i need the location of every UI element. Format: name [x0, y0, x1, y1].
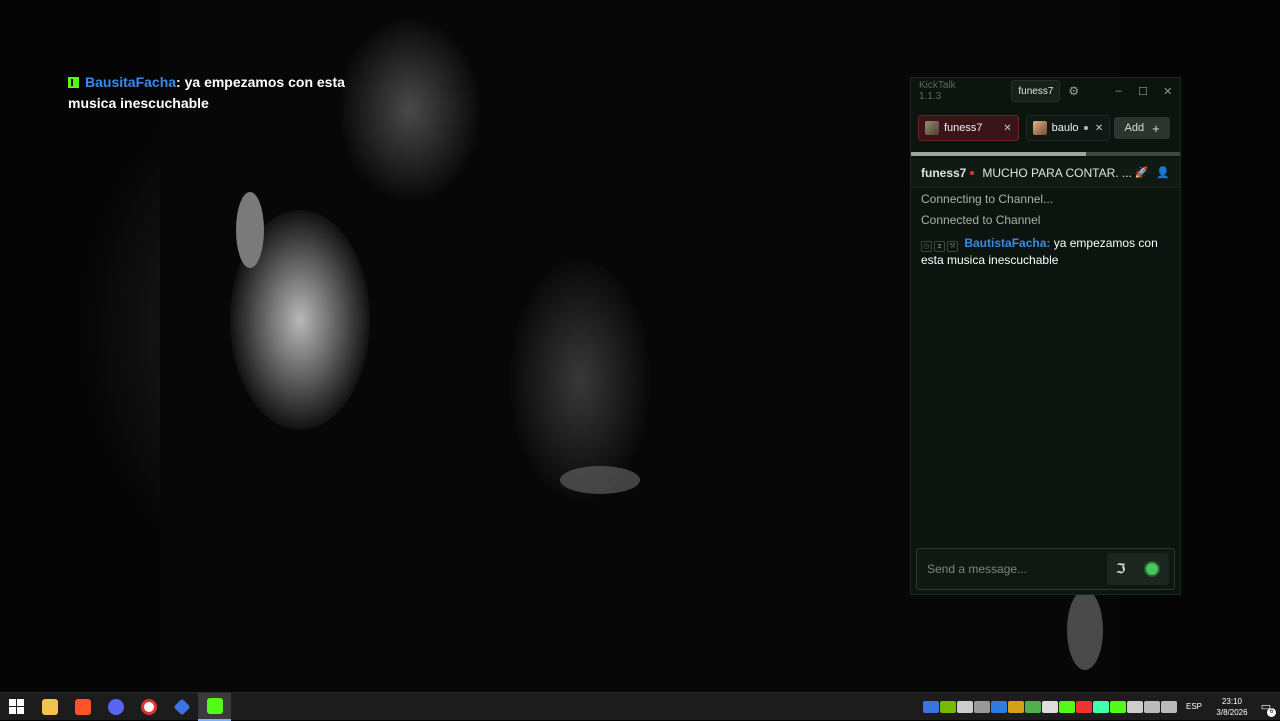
clock[interactable]: 23:10 3/8/2026 — [1212, 696, 1252, 718]
input-actions: ℑ — [1107, 553, 1169, 585]
tab-label: baulo — [1051, 122, 1079, 134]
network-icon[interactable] — [1144, 700, 1161, 713]
notification-count: 6 — [1267, 707, 1276, 717]
kick-badge-icon — [68, 77, 79, 88]
minimize-button[interactable]: – — [1106, 85, 1131, 97]
loading-progress-bar — [911, 152, 1180, 156]
message-input-box: ℑ — [916, 548, 1175, 590]
message-input[interactable] — [927, 562, 1107, 576]
add-channel-button[interactable]: Add + — [1114, 117, 1170, 139]
chat-separator: : — [1046, 236, 1051, 250]
hammer-icon[interactable]: ⚒ — [947, 241, 958, 252]
tray-app-icon[interactable] — [1076, 700, 1093, 713]
start-button[interactable] — [0, 693, 33, 721]
tab-funess7[interactable]: funess7 ✕ — [918, 115, 1019, 141]
channel-tabs: funess7 ✕ baulo ✕ Add + — [918, 115, 1170, 141]
user-icon[interactable]: 👤 — [1156, 166, 1170, 179]
tray-app-icon[interactable] — [1008, 700, 1025, 713]
avatar — [1032, 121, 1047, 135]
taskbar-app[interactable] — [132, 693, 165, 721]
taskbar-brave[interactable] — [66, 693, 99, 721]
microphone-icon[interactable] — [1042, 700, 1059, 713]
system-tray: ESP 23:10 3/8/2026 ▭ 6 — [923, 693, 1280, 721]
gear-icon[interactable]: ⚙ — [1063, 80, 1084, 102]
overlay-chat-message: BausitaFacha: ya empezamos con esta musi… — [68, 72, 368, 114]
chat-username[interactable]: BautistaFacha — [964, 236, 1046, 250]
tray-app-icon[interactable] — [940, 700, 957, 713]
emote-icon[interactable] — [1143, 561, 1160, 577]
close-tab-icon[interactable]: ✕ — [1003, 123, 1011, 134]
taskbar-app[interactable] — [165, 693, 198, 721]
overlay-username: BausitaFacha — [85, 74, 177, 90]
system-message: Connecting to Channel... — [921, 192, 1054, 206]
app-title: KickTalk 1.1.3 — [919, 80, 956, 102]
avatar — [925, 121, 939, 135]
desktop-background: BausitaFacha: ya empezamos con esta musi… — [0, 0, 1280, 692]
clock-date: 3/8/2026 — [1216, 707, 1248, 717]
tray-app-icon[interactable] — [1025, 700, 1042, 713]
add-label: Add — [1124, 122, 1145, 134]
kick-icon — [206, 697, 223, 714]
kicktalk-window: KickTalk 1.1.3 funess7 ⚙ – ☐ ✕ funess7 ✕… — [910, 77, 1181, 595]
volume-icon[interactable] — [1161, 700, 1178, 713]
overlay-separator: : — [176, 74, 181, 90]
channel-info-bar: funess7 MUCHO PARA CONTAR. ... 🚀 👤 — [911, 158, 1180, 188]
tray-app-icon[interactable] — [1127, 700, 1144, 713]
message-action-icons: ◷ ⧗ ⚒ — [921, 241, 958, 252]
tray-app-icon[interactable] — [1059, 700, 1076, 713]
plus-icon: + — [1152, 120, 1160, 136]
taskbar-discord[interactable] — [99, 693, 132, 721]
taskbar-kicktalk[interactable] — [198, 692, 231, 721]
taskbar-file-explorer[interactable] — [33, 693, 66, 721]
tray-app-icon[interactable] — [991, 700, 1008, 713]
discord-icon — [107, 698, 124, 715]
channel-actions: 🚀 👤 — [1135, 166, 1170, 179]
title-bar[interactable]: KickTalk 1.1.3 funess7 ⚙ – ☐ ✕ — [911, 78, 1180, 104]
tray-app-icon[interactable] — [1093, 700, 1110, 713]
system-message: Connected to Channel — [921, 213, 1041, 227]
tray-app-icon[interactable] — [1110, 700, 1127, 713]
stream-title: MUCHO PARA CONTAR. ... — [982, 165, 1132, 180]
clock-icon[interactable]: ◷ — [921, 241, 932, 252]
file-explorer-icon — [41, 698, 58, 715]
notifications-button[interactable]: ▭ 6 — [1252, 693, 1280, 721]
brave-icon — [74, 698, 91, 715]
current-user-button[interactable]: funess7 — [1011, 80, 1061, 102]
clock-time: 23:10 — [1221, 696, 1243, 706]
start-icon — [9, 699, 24, 714]
taskbar: ESP 23:10 3/8/2026 ▭ 6 — [0, 692, 1280, 721]
progress-fill — [911, 152, 1086, 156]
chat-message[interactable]: ◷ ⧗ ⚒ BautistaFacha: ya empezamos con es… — [921, 235, 1172, 269]
app-icon — [173, 698, 190, 715]
close-button[interactable]: ✕ — [1155, 85, 1180, 98]
chat-messages: Connecting to Channel... Connected to Ch… — [921, 191, 1172, 269]
close-tab-icon[interactable]: ✕ — [1095, 123, 1103, 134]
tab-label: funess7 — [944, 122, 983, 134]
tab-baulo[interactable]: baulo ✕ — [1025, 115, 1111, 141]
tray-app-icon[interactable] — [923, 700, 940, 713]
tray-app-icon[interactable] — [957, 700, 974, 713]
live-indicator-icon — [970, 170, 975, 175]
translate-icon[interactable]: ℑ — [1116, 561, 1125, 577]
language-indicator[interactable]: ESP — [1186, 702, 1202, 711]
channel-name[interactable]: funess7 — [921, 166, 966, 180]
hourglass-icon[interactable]: ⧗ — [934, 241, 945, 252]
unread-dot-icon — [1083, 126, 1088, 130]
maximize-button[interactable]: ☐ — [1131, 85, 1156, 98]
rocket-icon[interactable]: 🚀 — [1135, 166, 1149, 179]
app-icon — [140, 698, 157, 715]
tray-app-icon[interactable] — [974, 700, 991, 713]
